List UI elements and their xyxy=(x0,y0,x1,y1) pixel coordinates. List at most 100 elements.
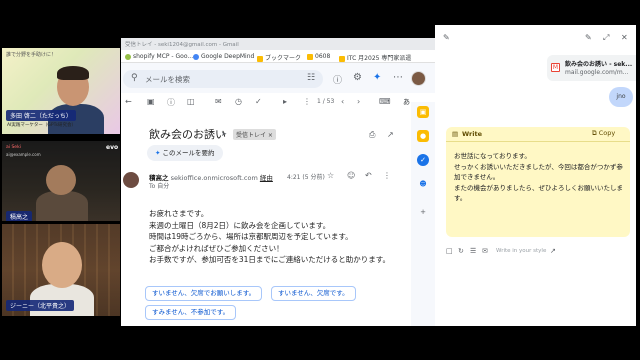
write-line: またの機会がありましたら、ぜひよろしくお願いいたしま xyxy=(454,183,623,192)
ime-indicator[interactable]: あ xyxy=(403,97,410,107)
gmail-icon: M xyxy=(551,63,560,72)
write-line: せっかくお誘いいただきましたが、今回は都合がつかず参 xyxy=(454,162,623,171)
snooze-icon[interactable]: ◷ xyxy=(235,97,242,106)
refresh-icon[interactable]: ↻ xyxy=(458,247,464,255)
write-line: 加できません。 xyxy=(454,173,500,181)
settings-icon[interactable]: ⚙ xyxy=(353,72,362,83)
sender-avatar[interactable] xyxy=(123,172,139,188)
copy-button[interactable]: ⧉ Copy xyxy=(592,129,615,138)
write-result-card: ▤ Write ⧉ Copy お世話になっております。 せっかくお誘いいただきま… xyxy=(446,127,630,237)
search-placeholder: メールを検索 xyxy=(145,75,190,84)
contacts-icon[interactable]: ☻ xyxy=(417,178,429,190)
window-titlebar: 受信トレイ - seki1204@gmail.com - Gmail xyxy=(121,38,435,50)
bookmarks-bar: shopify MCP - Goo... Google DeepMind ブック… xyxy=(121,50,435,63)
new-chat-icon[interactable]: ✎ xyxy=(443,33,450,42)
account-avatar[interactable] xyxy=(411,71,426,86)
video-tile-1[interactable]: 誰で分野を手助けに！ 多田 啓二（ただっち） AI実践マーケター（GPTs研究会… xyxy=(2,48,120,134)
bookmark-item[interactable]: shopify MCP - Goo... xyxy=(125,53,193,60)
calendar-icon[interactable]: ▣ xyxy=(417,106,429,118)
delete-icon[interactable]: ◫ xyxy=(187,97,195,106)
browser-window: 受信トレイ - seki1204@gmail.com - Gmail shopi… xyxy=(121,38,435,326)
context-tab-card[interactable]: M 飲み会のお誘い - sek... mail.google.com/m... xyxy=(547,55,636,81)
print-icon[interactable]: ⎙ xyxy=(369,130,375,140)
important-icon[interactable]: ➤ xyxy=(221,130,227,138)
summarize-button[interactable]: ✦ このメールを要約 xyxy=(147,145,223,161)
close-icon[interactable]: ✕ xyxy=(621,33,628,42)
move-to-icon[interactable]: ▸ xyxy=(283,97,287,106)
prev-icon[interactable]: ‹ xyxy=(341,97,344,106)
bookmark-item[interactable]: ブックマーク xyxy=(257,53,301,62)
apps-icon[interactable]: ⋯ xyxy=(393,72,403,83)
chat-icon[interactable]: ✉ xyxy=(482,247,488,255)
person-face xyxy=(46,165,76,195)
smart-reply-2[interactable]: すいません、欠席です。 xyxy=(271,286,356,301)
user-message-bubble: jno xyxy=(609,87,633,107)
sparkle-icon: ✦ xyxy=(155,149,161,157)
write-label: Write xyxy=(462,130,483,138)
message-toolbar: ← ▣ ⓘ ◫ ✉ ◷ ✓ ▸ ⋮ 1 / 53 ‹ › ⌨ あ xyxy=(121,93,435,113)
help-icon[interactable]: ⓘ xyxy=(333,73,342,86)
search-input[interactable]: ⚲ メールを検索 ☷ xyxy=(123,70,323,88)
tasks-icon[interactable]: ✓ xyxy=(417,154,429,166)
body-line: 時間は19時ごろから、場所は京都駅周辺を予定しています。 xyxy=(149,232,353,241)
send-icon[interactable]: ↗ xyxy=(550,247,556,255)
expand-icon[interactable]: ⤢ xyxy=(603,33,609,43)
attach-icon[interactable]: □ xyxy=(446,247,453,255)
body-line: 来週の土曜日（8月2日）に飲み会を企画しています。 xyxy=(149,220,331,230)
more-icon[interactable]: ⋮ xyxy=(303,97,311,106)
inbox-label[interactable]: 受信トレイ × xyxy=(233,129,276,140)
archive-icon[interactable]: ▣ xyxy=(147,97,155,106)
keep-icon[interactable]: ● xyxy=(417,130,429,142)
corner-logo: evo xyxy=(106,144,119,151)
write-line: す。 xyxy=(454,194,467,202)
bookmark-item[interactable]: ITC 月2025 専門家派遣 xyxy=(339,53,411,62)
more-options-icon[interactable]: ⋮ xyxy=(383,171,391,180)
video-tile-2[interactable]: ai Seki ai@example.com evo 積高之 xyxy=(2,141,120,221)
person-body xyxy=(36,191,88,221)
participant-subtitle-1: AI実践マーケター（GPTs研究会） xyxy=(7,123,76,128)
tab-url: mail.google.com/m... xyxy=(565,69,629,76)
search-icon[interactable]: ⚲ xyxy=(131,73,138,83)
deepmind-icon xyxy=(193,53,199,60)
report-spam-icon[interactable]: ⓘ xyxy=(167,97,175,108)
star-icon[interactable]: ☆ xyxy=(327,171,334,180)
tile-banner: 誰で分野を手助けに！ xyxy=(6,52,57,58)
smart-reply-3[interactable]: すみません、不参加です。 xyxy=(145,305,237,320)
mark-unread-icon[interactable]: ✉ xyxy=(215,97,222,106)
tab-title: 飲み会のお誘い - sek... xyxy=(565,61,633,68)
open-new-window-icon[interactable]: ↗ xyxy=(387,130,394,139)
filter-icon[interactable]: ☷ xyxy=(307,73,315,83)
tune-icon[interactable]: ☰ xyxy=(470,247,476,255)
participant-name-3: ジーニー（北平貴之） xyxy=(6,300,75,311)
participant-overlay-sub: ai@example.com xyxy=(6,152,41,157)
folder-icon xyxy=(257,55,263,62)
smart-reply-1[interactable]: すいません、欠席でお願いします。 xyxy=(145,286,263,301)
via-link: 経由 xyxy=(259,174,273,182)
edit-icon[interactable]: ✎ xyxy=(585,33,592,42)
bookmark-item[interactable]: 0608 xyxy=(307,53,330,60)
ai-side-panel: ✎ ⤢ ✕ ✎ M 飲み会のお誘い - sek... mail.google.c… xyxy=(435,25,636,326)
back-arrow-icon[interactable]: ← xyxy=(125,97,132,106)
pagination: 1 / 53 xyxy=(317,98,335,105)
body-line: お手数ですが、参加可否を31日までにご連絡いただけると助かります。 xyxy=(149,255,390,264)
video-tile-3[interactable]: ジーニー（北平貴之） xyxy=(2,224,120,316)
keyboard-icon[interactable]: ⌨ xyxy=(379,97,391,106)
sender-email: sekioffice.onmicrosoft.com xyxy=(170,174,258,182)
gemini-icon[interactable]: ✦ xyxy=(373,72,381,83)
recipient-line[interactable]: To 自分 xyxy=(149,181,169,190)
folder-icon xyxy=(307,53,313,60)
person-hair xyxy=(57,66,89,80)
add-icon[interactable]: + xyxy=(417,206,429,218)
email-subject: 飲み会のお誘い xyxy=(149,128,226,141)
emoji-icon[interactable]: ☺ xyxy=(347,171,355,180)
add-task-icon[interactable]: ✓ xyxy=(255,97,262,106)
bookmark-item[interactable]: Google DeepMind xyxy=(193,53,254,60)
write-input-row[interactable]: □ ↻ ☰ ✉ Write in your style ↗ xyxy=(446,246,630,258)
shopify-icon xyxy=(125,53,131,60)
participant-name-1: 多田 啓二（ただっち） xyxy=(6,110,76,121)
reply-icon[interactable]: ↶ xyxy=(365,171,372,180)
body-line: ご都合がよければぜひご参加ください！ xyxy=(149,243,284,253)
window-title: 受信トレイ - seki1204@gmail.com - Gmail xyxy=(125,42,239,48)
next-icon[interactable]: › xyxy=(357,97,360,106)
person-face xyxy=(42,242,82,288)
